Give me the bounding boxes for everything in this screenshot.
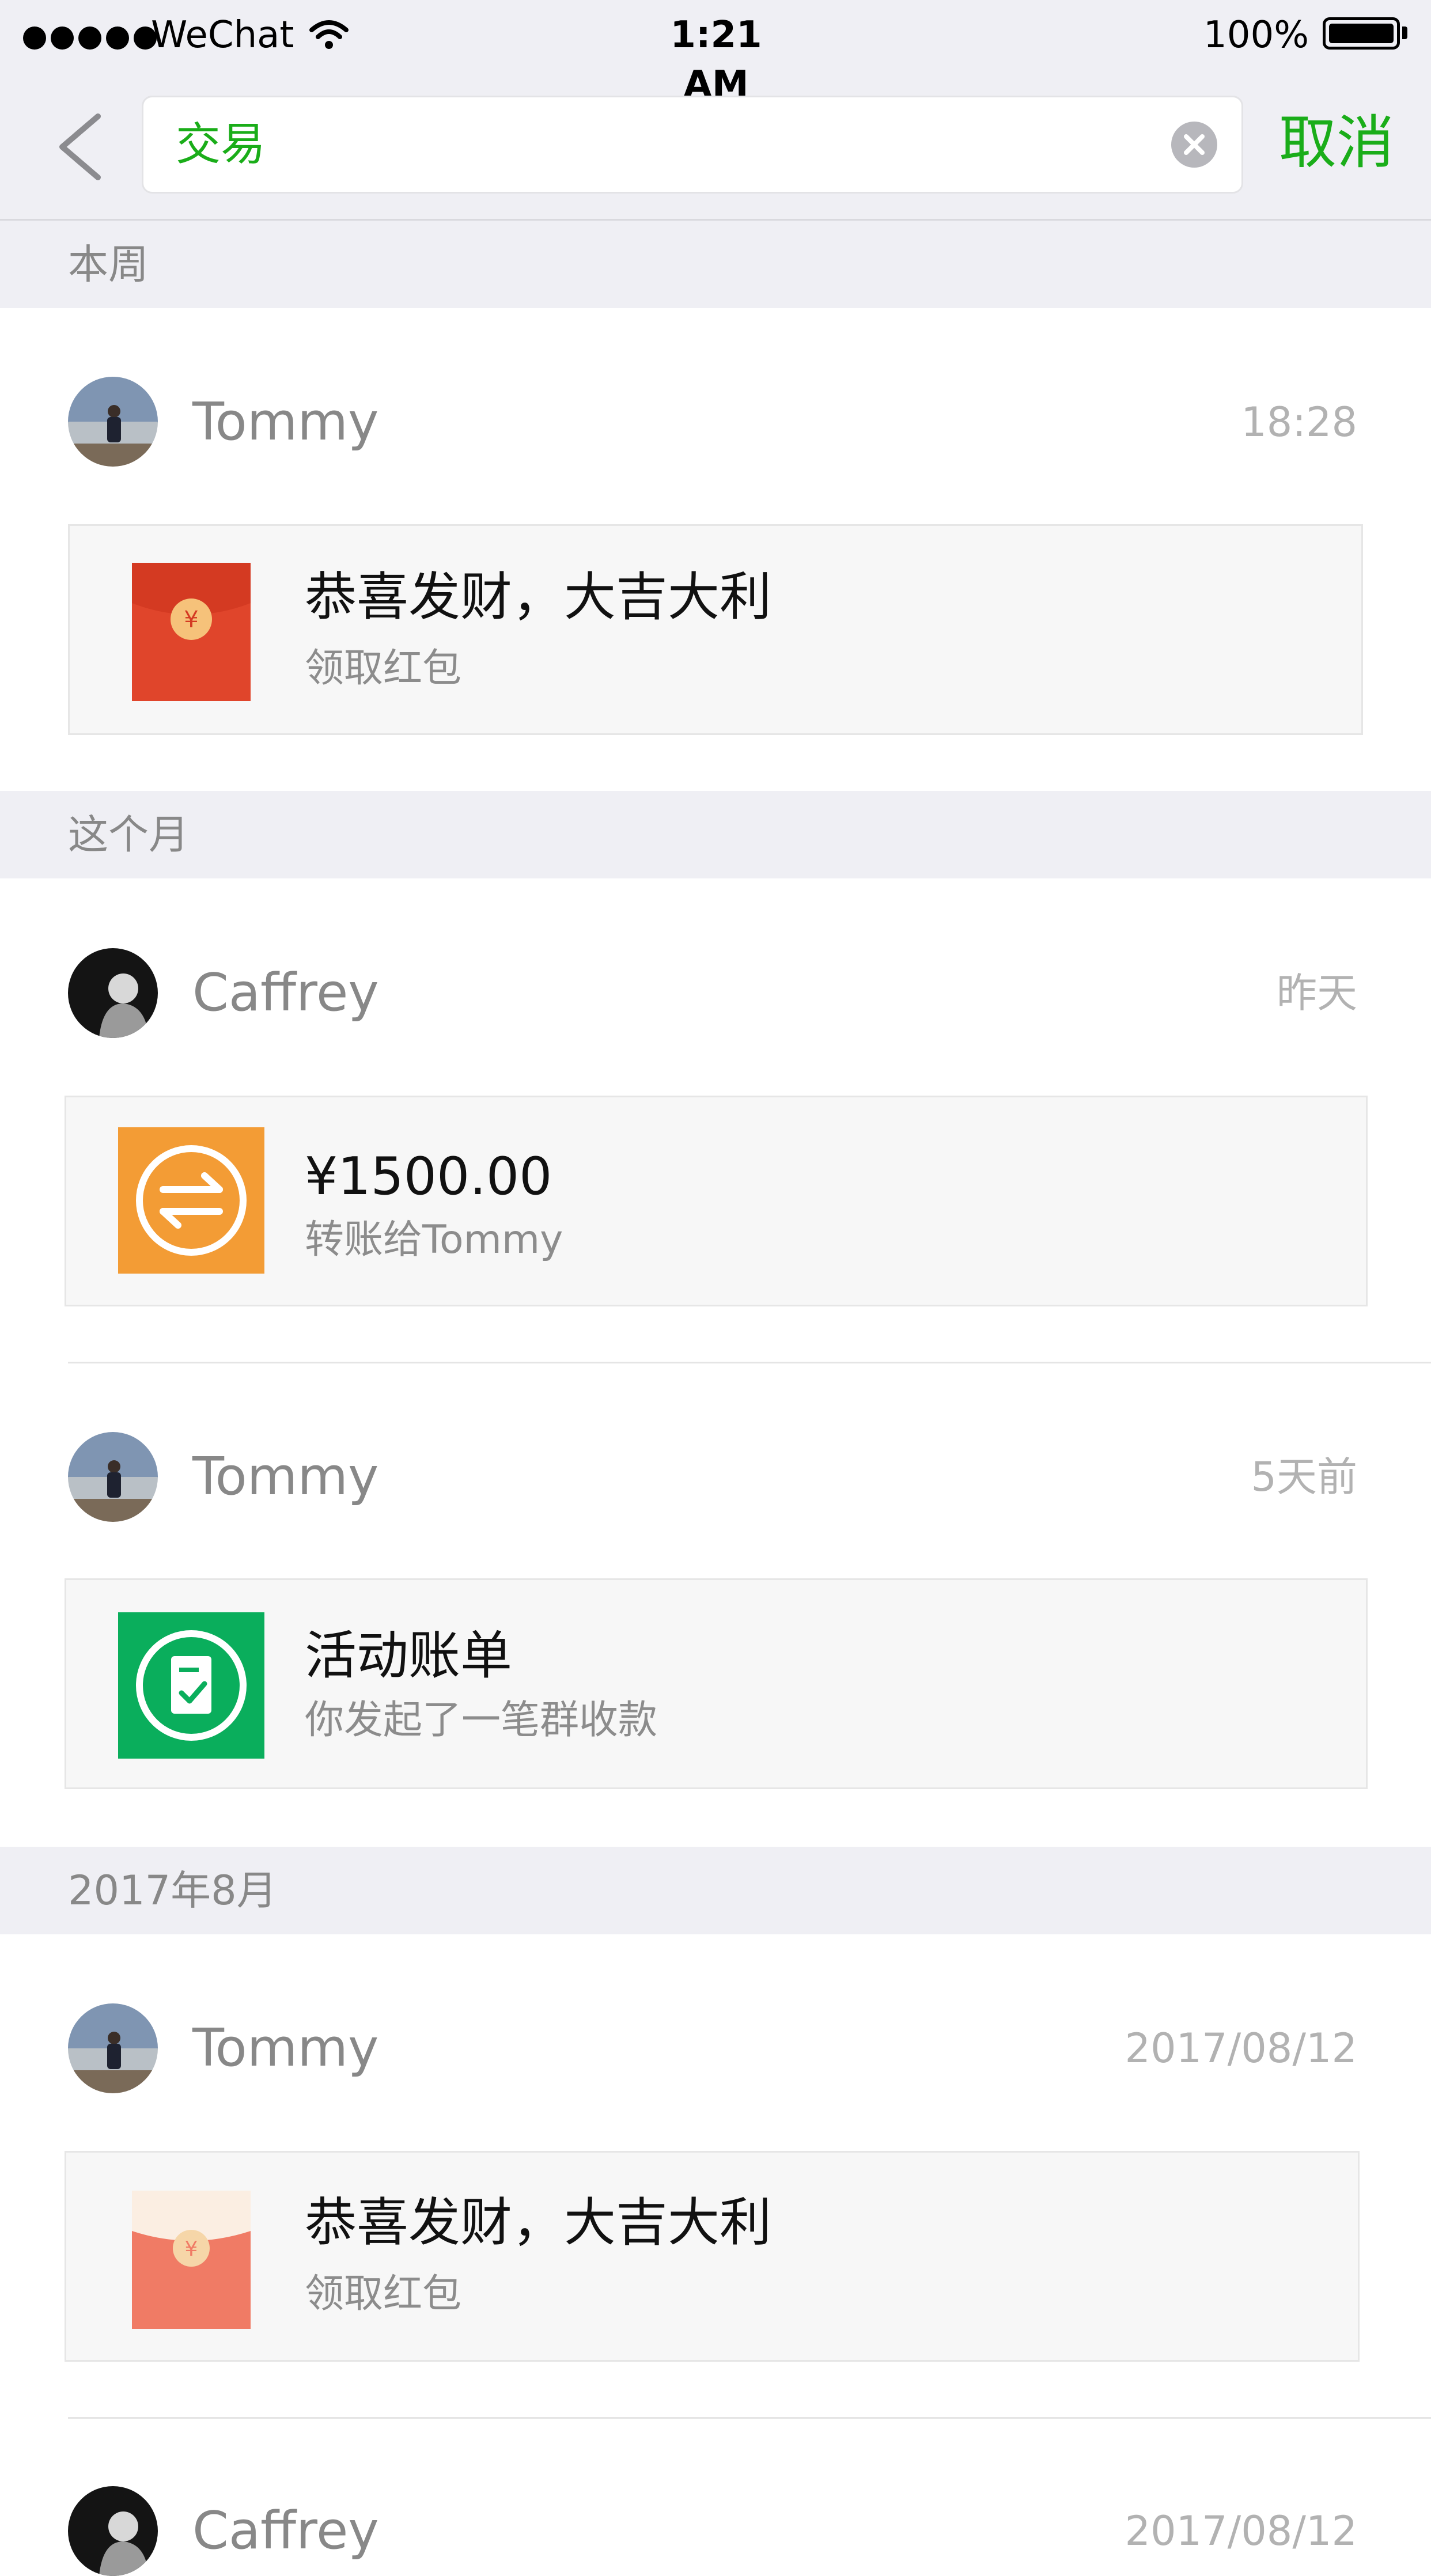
svg-text:¥: ¥: [184, 607, 198, 633]
card-subtitle: 你发起了一笔群收款: [305, 1698, 658, 1743]
wifi-icon: [309, 20, 349, 49]
clear-search-icon[interactable]: [1171, 122, 1217, 168]
avatar[interactable]: [68, 377, 158, 467]
transaction-card[interactable]: ¥ 恭喜发财，大吉大利 领取红包: [68, 524, 1363, 735]
back-chevron-icon[interactable]: [52, 109, 115, 184]
sender-name: Tommy: [192, 1446, 379, 1507]
avatar[interactable]: [68, 2486, 158, 2576]
cancel-button[interactable]: 取消: [1279, 103, 1394, 183]
card-title: 活动账单: [305, 1626, 512, 1686]
search-input[interactable]: 交易: [142, 96, 1243, 194]
sender-name: Caffrey: [192, 2501, 379, 2561]
red-packet-icon: ¥: [132, 563, 251, 701]
card-subtitle: 领取红包: [305, 646, 462, 691]
battery-nub: [1402, 26, 1407, 39]
sender-name: Tommy: [192, 2018, 379, 2078]
group-bill-icon: [118, 1612, 264, 1759]
section-header-this-month: 这个月: [0, 791, 1431, 878]
avatar[interactable]: [68, 2003, 158, 2093]
svg-text:¥: ¥: [185, 2237, 198, 2261]
section-header-this-week: 本周: [0, 221, 1431, 308]
status-time: 1:21 AM: [670, 14, 762, 106]
search-query-text: 交易: [176, 119, 266, 171]
timestamp: 2017/08/12: [1125, 2025, 1357, 2072]
transaction-card[interactable]: 活动账单 你发起了一笔群收款: [65, 1578, 1368, 1789]
section-header-august-2017: 2017年8月: [0, 1847, 1431, 1934]
carrier-label: WeChat: [151, 14, 294, 56]
transfer-icon: [118, 1127, 264, 1274]
card-subtitle: 领取红包: [305, 2271, 462, 2317]
transfer-amount: ¥1500.00: [305, 1146, 552, 1207]
transaction-card[interactable]: ¥ 恭喜发财，大吉大利 领取红包: [65, 2151, 1360, 2362]
row-divider: [68, 2417, 1431, 2419]
timestamp: 18:28: [1241, 399, 1357, 446]
timestamp: 昨天: [1277, 969, 1357, 1017]
section-title: 本周: [68, 241, 149, 288]
card-title: 恭喜发财，大吉大利: [305, 567, 771, 627]
avatar[interactable]: [68, 948, 158, 1038]
avatar[interactable]: [68, 1432, 158, 1522]
row-divider: [68, 1362, 1431, 1363]
battery-percentage: 100%: [1203, 14, 1309, 56]
opened-red-packet-icon: ¥: [132, 2191, 251, 2329]
card-subtitle: 转账给Tommy: [305, 1217, 563, 1263]
timestamp: 2017/08/12: [1125, 2507, 1357, 2555]
signal-strength-icon: [23, 26, 161, 50]
card-title: 恭喜发财，大吉大利: [305, 2192, 771, 2253]
section-title: 这个月: [68, 811, 189, 858]
sender-name: Tommy: [192, 392, 379, 452]
sender-name: Caffrey: [192, 963, 379, 1023]
timestamp: 5天前: [1251, 1453, 1357, 1501]
section-title: 2017年8月: [68, 1867, 277, 1914]
battery-icon: [1323, 17, 1400, 50]
transaction-card[interactable]: ¥1500.00 转账给Tommy: [65, 1096, 1368, 1306]
